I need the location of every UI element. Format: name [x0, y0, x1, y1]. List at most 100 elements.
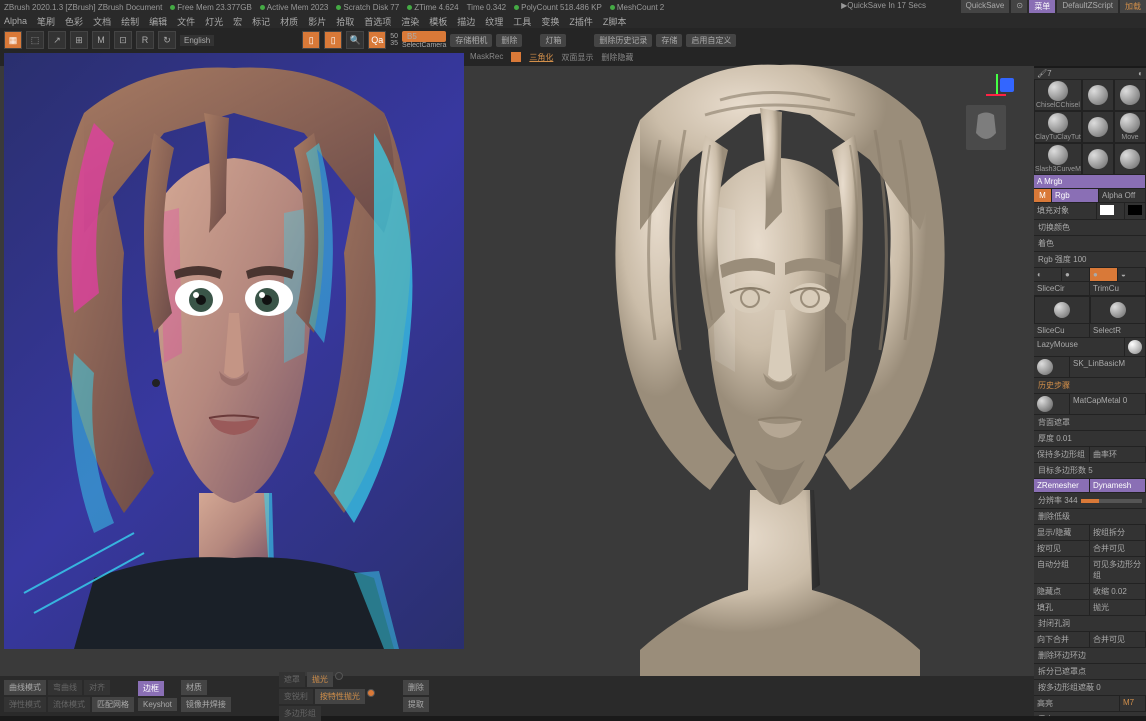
menu-texture[interactable]: 纹理 — [485, 15, 503, 28]
group-split-button[interactable]: 按组拆分 — [1090, 525, 1146, 541]
by-visible-button[interactable]: 按可见 — [1034, 541, 1090, 557]
toolbar-icon-4[interactable]: ⊞ — [70, 31, 88, 49]
brush-blank1[interactable] — [1114, 79, 1146, 111]
menu-brush[interactable]: 笔刷 — [37, 15, 55, 28]
merge-visible2-button[interactable]: 合并可见 — [1090, 632, 1146, 648]
lazy-sphere[interactable] — [1125, 338, 1146, 357]
shrink-slider[interactable]: 收缩 0.02 — [1090, 584, 1146, 600]
toolbar-icon-6[interactable]: ⊡ — [114, 31, 132, 49]
switch-color-button[interactable]: 切换颜色 — [1034, 220, 1146, 236]
target-poly-slider[interactable]: 目标多边形数 5 — [1034, 463, 1146, 479]
menu-material[interactable]: 材质 — [280, 15, 298, 28]
menu-alpha[interactable]: Alpha — [4, 16, 27, 26]
slice-curve-button[interactable]: SliceCu — [1034, 324, 1090, 338]
toolbar-icon-11[interactable]: 🔍 — [346, 31, 364, 49]
polish-button2[interactable]: 抛光 — [307, 672, 333, 687]
backface-mask-button[interactable]: 背面遮罩 — [1034, 415, 1146, 431]
toolbar-icon-9[interactable]: ▯ — [302, 31, 320, 49]
menu-light[interactable]: 灯光 — [205, 15, 223, 28]
keep-polygroup-button[interactable]: 保持多边形组 — [1034, 447, 1090, 463]
delete-button[interactable]: 删除 — [496, 34, 522, 47]
mask-polygroup-button[interactable]: 多边形组 — [279, 706, 321, 721]
auto-group-button[interactable]: 自动分组 — [1034, 557, 1090, 584]
toolbar-b5[interactable]: B5 — [402, 31, 446, 42]
merge-visible-button[interactable]: 合并可见 — [1090, 541, 1146, 557]
toolbar-icon-1[interactable]: ▦ — [4, 31, 22, 49]
toolbar-icon-3[interactable]: ↗ — [48, 31, 66, 49]
curve-loop-button[interactable]: 曲率环 — [1090, 447, 1146, 463]
feature-polish-button[interactable]: 按特性抛光 — [315, 689, 365, 704]
gravity-slider[interactable]: 重力 — [1034, 712, 1146, 716]
menu-zscript[interactable]: Z脚本 — [603, 15, 627, 28]
material-button[interactable]: 材质 — [181, 680, 207, 695]
sk-sphere[interactable] — [1034, 357, 1070, 378]
sec-triangulation[interactable]: 三角化 — [529, 52, 553, 66]
alpha-cell-1[interactable] — [1034, 296, 1090, 324]
brush-move[interactable]: Move — [1114, 111, 1146, 143]
toolbar-icon-7[interactable]: R — [136, 31, 154, 49]
edge-button[interactable]: 边框 — [138, 681, 164, 696]
keyshot-button[interactable]: Keyshot — [138, 698, 177, 711]
toolbar-icon-12[interactable]: Qa — [368, 31, 386, 49]
menu-render[interactable]: 渲染 — [401, 15, 419, 28]
menu-draw[interactable]: 绘制 — [121, 15, 139, 28]
toolbar-icon-8[interactable]: ↻ — [158, 31, 176, 49]
mask-dot-1[interactable]: ◐ — [1034, 268, 1062, 282]
menu-file[interactable]: 文件 — [177, 15, 195, 28]
show-hide-button[interactable]: 显示/隐藏 — [1034, 525, 1090, 541]
mask-dot-4[interactable]: ◒ — [1118, 268, 1146, 282]
menu-marker[interactable]: 标记 — [252, 15, 270, 28]
rgb-strength-slider[interactable]: Rgb 强度 100 — [1034, 252, 1146, 268]
delete-loop-button[interactable]: 删除环边环边 — [1034, 648, 1146, 664]
menu-template[interactable]: 模板 — [429, 15, 447, 28]
mask-dot-2[interactable]: ● — [1062, 268, 1090, 282]
panel-collapse-icon[interactable]: ◐ — [1138, 69, 1143, 78]
trim-curve-button[interactable]: TrimCu — [1090, 282, 1146, 296]
fill-object-button[interactable]: 填充对象 — [1034, 203, 1097, 220]
highlight-m7[interactable]: M7 — [1120, 696, 1146, 712]
panel-m[interactable]: M — [1034, 189, 1052, 203]
enable-custom-button[interactable]: 启用自定义 — [686, 34, 736, 47]
delete-low-button[interactable]: 删除低级 — [1034, 509, 1146, 525]
matcap-sphere[interactable] — [1034, 394, 1070, 415]
align-button[interactable]: 对齐 — [84, 680, 110, 695]
save-camera-button[interactable]: 存储相机 — [450, 34, 492, 47]
toolbar-icon-10[interactable]: ▯ — [324, 31, 342, 49]
menu-pick[interactable]: 拾取 — [336, 15, 354, 28]
circle-icon[interactable]: ⊙ — [1011, 0, 1027, 13]
toolbar-icon-5[interactable]: M — [92, 31, 110, 49]
sk-line-button[interactable]: SK_LinBasicM — [1070, 357, 1146, 378]
feature-radio[interactable] — [367, 689, 375, 697]
brush-standard[interactable] — [1082, 79, 1114, 111]
menu-color[interactable]: 色彩 — [65, 15, 83, 28]
zremesher-button[interactable]: ZRemesher — [1034, 479, 1090, 493]
menu-transform[interactable]: 变换 — [541, 15, 559, 28]
brush-blank4[interactable] — [1114, 143, 1146, 175]
panel-a-mrgb[interactable]: A Mrgb — [1034, 175, 1146, 189]
bend-button[interactable]: 弯曲线 — [48, 680, 82, 695]
highlight-button[interactable]: 高亮 — [1034, 696, 1120, 712]
toolbar-icon-2[interactable]: ⬚ — [26, 31, 44, 49]
polish-radio[interactable] — [335, 672, 343, 680]
menu-edit[interactable]: 编辑 — [149, 15, 167, 28]
fluid-button[interactable]: 流体模式 — [48, 697, 90, 712]
curve-mode-button[interactable]: 曲线模式 — [4, 680, 46, 695]
brush-chisel[interactable]: ChiselCChisel — [1034, 79, 1082, 111]
extract-button[interactable]: 提取 — [403, 697, 429, 712]
matcap-button[interactable]: MatCapMetal 0 — [1070, 394, 1146, 415]
camera-preview[interactable] — [966, 105, 1006, 150]
menu-tool[interactable]: 工具 — [513, 15, 531, 28]
lightbox-button[interactable]: 灯箱 — [540, 34, 566, 47]
load-button[interactable]: 加载 — [1120, 0, 1146, 13]
menu-zplugin[interactable]: Z插件 — [569, 15, 593, 28]
menu-document[interactable]: 文档 — [93, 15, 111, 28]
menu-prefs[interactable]: 首选项 — [364, 15, 391, 28]
mirror-weld-button[interactable]: 镜像并焊接 — [181, 697, 231, 712]
menu-movie[interactable]: 影片 — [308, 15, 326, 28]
select-rect-button[interactable]: SelectR — [1090, 324, 1146, 338]
menu-stroke[interactable]: 描边 — [457, 15, 475, 28]
elastic-button[interactable]: 弹性模式 — [4, 697, 46, 712]
color-secondary[interactable] — [1125, 203, 1146, 220]
menu-button[interactable]: 菜单 — [1029, 0, 1055, 13]
brush-blank3[interactable] — [1082, 143, 1114, 175]
